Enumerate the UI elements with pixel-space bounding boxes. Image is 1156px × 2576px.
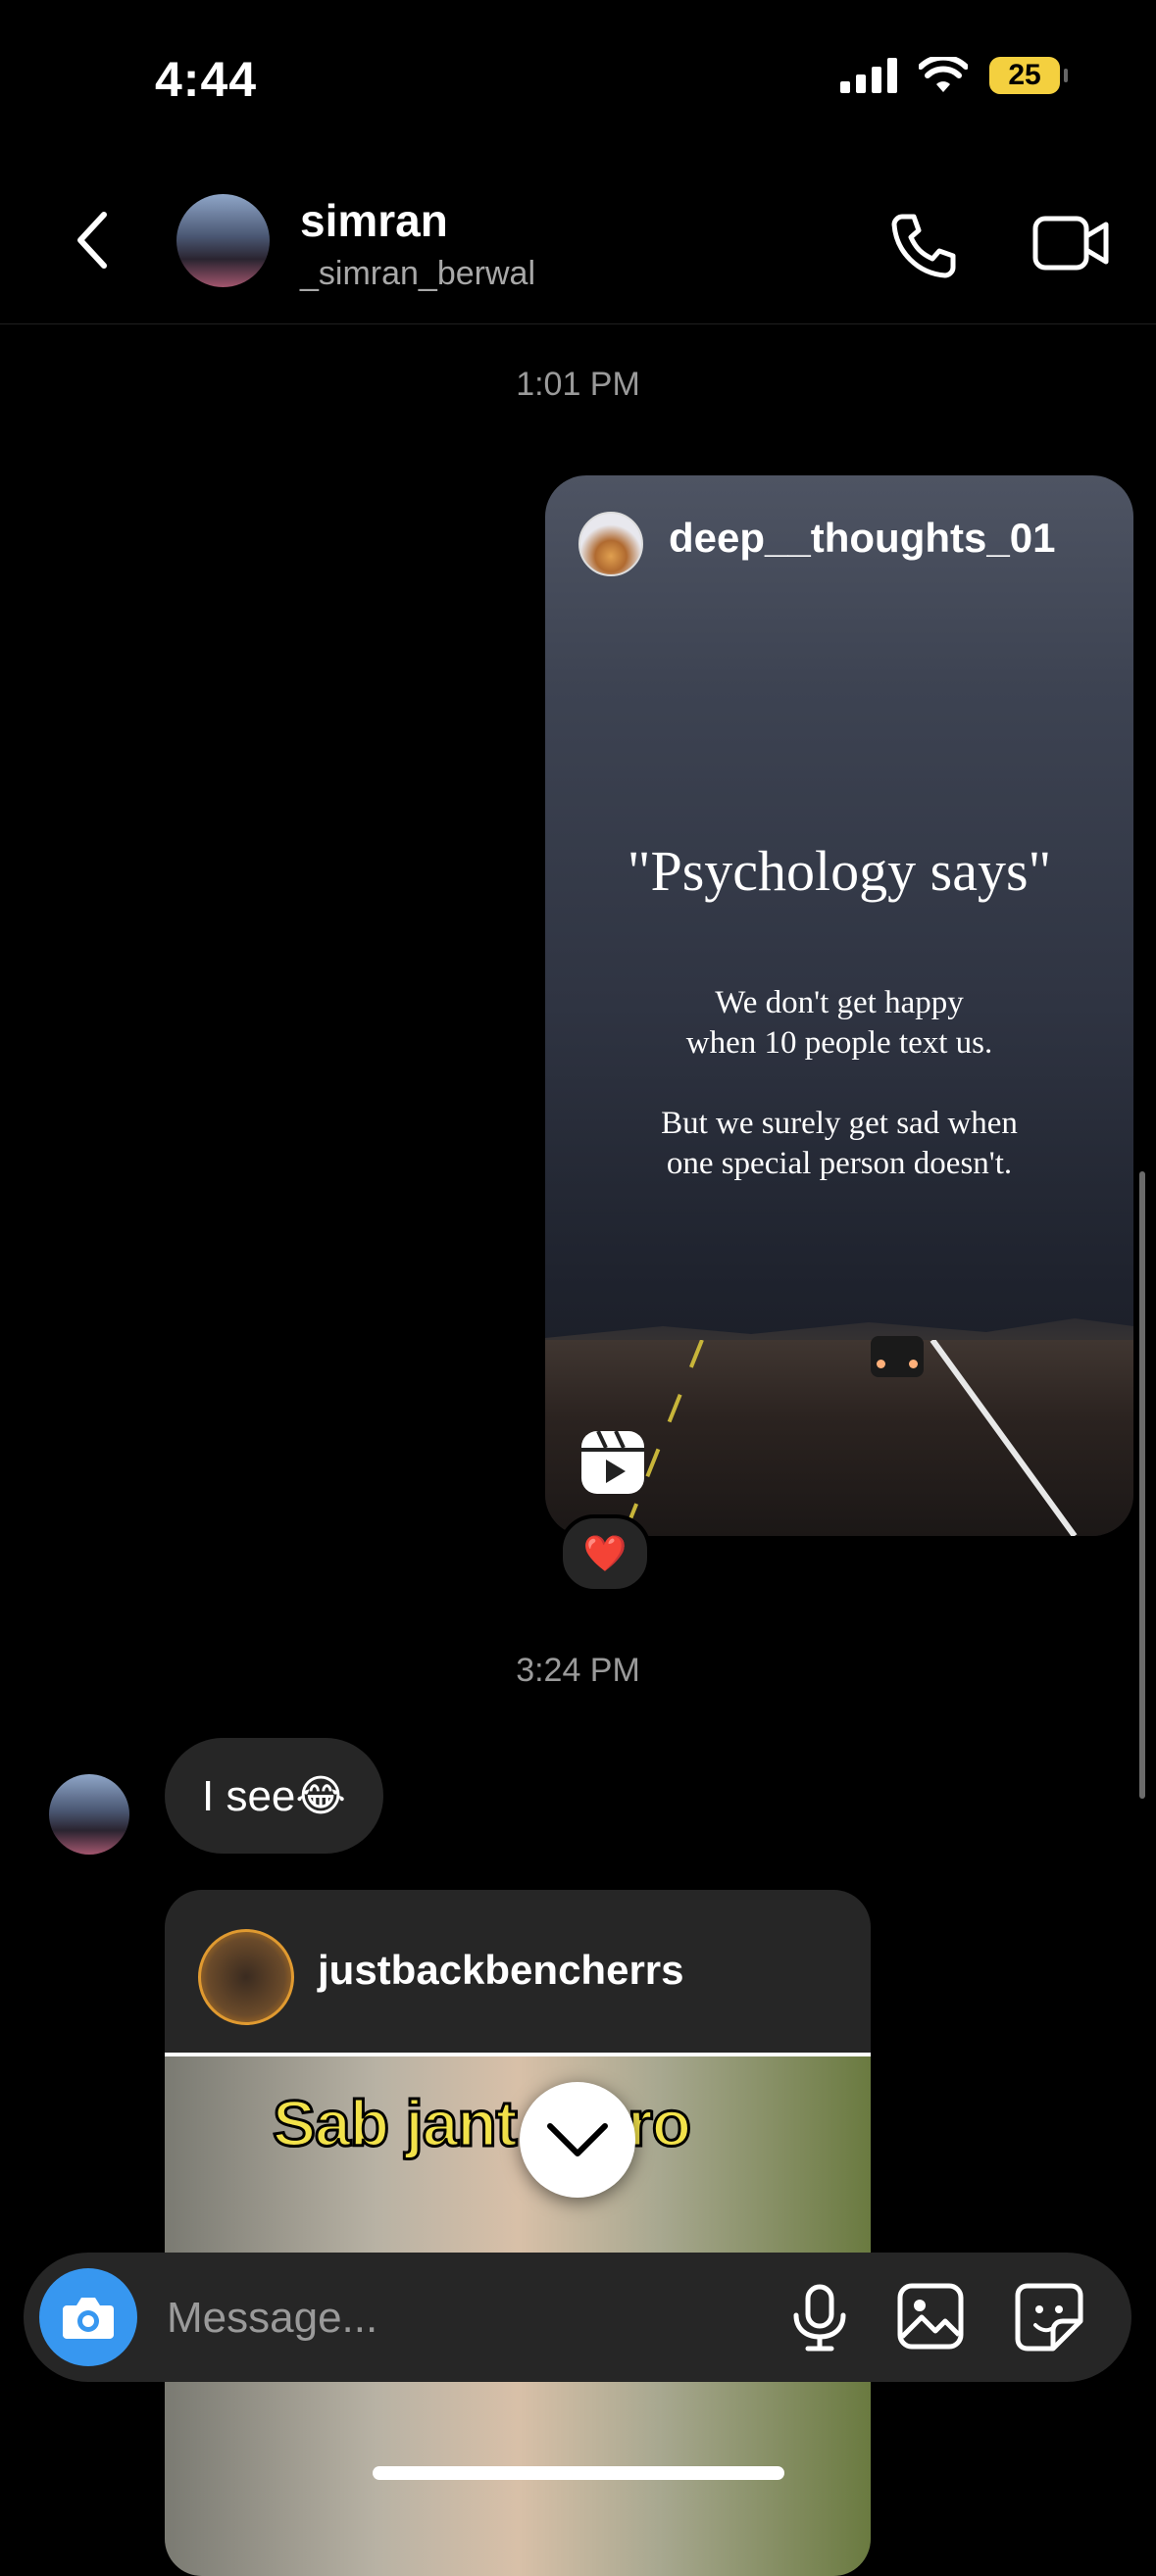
- reel-author-avatar[interactable]: [578, 512, 643, 576]
- chevron-left-icon[interactable]: [69, 211, 118, 270]
- reel-title: "Psychology says": [627, 839, 1052, 903]
- received-message-bubble[interactable]: I see😂: [165, 1738, 383, 1854]
- wifi-icon: [919, 57, 968, 92]
- reel-author[interactable]: deep__thoughts_01: [669, 515, 1055, 562]
- reel-text-line: one special person doesn't.: [666, 1146, 1013, 1181]
- camera-icon: [63, 2298, 114, 2339]
- contact-name[interactable]: simran: [300, 194, 448, 247]
- cellular-signal-icon: [840, 58, 897, 93]
- reels-icon: [581, 1430, 644, 1494]
- battery-indicator: 25: [989, 57, 1068, 94]
- home-indicator[interactable]: [373, 2466, 784, 2480]
- status-time: 4:44: [155, 52, 258, 107]
- avatar[interactable]: [176, 194, 270, 287]
- avatar[interactable]: [49, 1774, 129, 1855]
- chat-header: [0, 186, 1156, 324]
- message-timestamp: 3:24 PM: [516, 1652, 640, 1689]
- reel-text-line: We don't get happy: [715, 985, 964, 1020]
- post-author[interactable]: justbackbencherrs: [318, 1947, 684, 1994]
- sticker-icon[interactable]: [1014, 2282, 1084, 2353]
- status-icons: 25: [840, 57, 1068, 94]
- chevron-down-icon: [547, 2123, 608, 2156]
- message-input[interactable]: [165, 2284, 757, 2353]
- heart-reaction[interactable]: ❤️: [559, 1514, 651, 1593]
- camera-button[interactable]: [39, 2268, 137, 2366]
- microphone-icon[interactable]: [790, 2284, 849, 2353]
- phone-icon[interactable]: [888, 211, 957, 279]
- reel-text-line: But we surely get sad when: [661, 1106, 1018, 1141]
- image-gallery-icon[interactable]: [896, 2282, 965, 2351]
- message-timestamp: 1:01 PM: [516, 366, 640, 403]
- reel-text-line: when 10 people text us.: [685, 1025, 993, 1061]
- scrollbar[interactable]: [1139, 1171, 1145, 1799]
- contact-username[interactable]: _simran_berwal: [300, 255, 535, 293]
- shared-reel-card[interactable]: deep__thoughts_01 "Psychology says" We d…: [545, 475, 1133, 1536]
- scroll-to-bottom-button[interactable]: [520, 2082, 635, 2198]
- video-camera-icon[interactable]: [1031, 211, 1110, 275]
- post-author-avatar[interactable]: [198, 1929, 294, 2025]
- reel-background-car: [871, 1336, 924, 1377]
